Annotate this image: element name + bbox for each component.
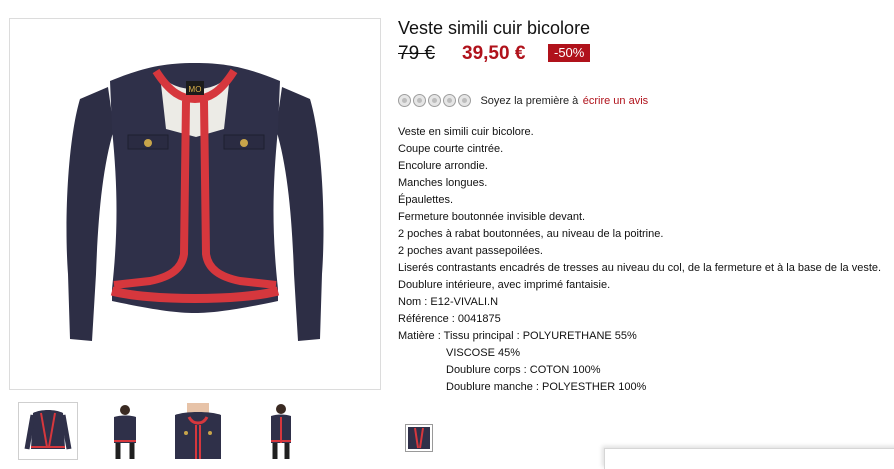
discount-badge: -50%: [548, 44, 591, 62]
write-review-link[interactable]: écrire un avis: [583, 95, 648, 107]
model-back-thumbnail-icon: [114, 405, 136, 459]
description-line: Veste en simili cuir bicolore.: [398, 126, 534, 138]
product-main-image[interactable]: MO: [9, 18, 381, 390]
empty-star-icon: [413, 94, 426, 108]
product-title: Veste simili cuir bicolore: [398, 18, 591, 38]
material-line: VISCOSE 45%: [446, 347, 520, 359]
description-line: 2 poches à rabat boutonnées, au niveau d…: [398, 228, 664, 240]
color-swatch[interactable]: [405, 424, 433, 452]
empty-star-icon: [428, 94, 441, 108]
description-line: Manches longues.: [398, 177, 488, 189]
brand-logo-text: MO: [189, 85, 202, 94]
old-price: 79 €: [398, 43, 435, 64]
material-line: Doublure corps : COTON 100%: [446, 364, 601, 376]
rating-prompt: Soyez la première à: [480, 94, 579, 107]
bottom-panel: [604, 448, 894, 469]
sale-price: 39,50 €: [462, 43, 526, 64]
material-line: Matière : Tissu principal : POLYURETHANE…: [398, 330, 637, 342]
model-side-thumbnail-icon: [271, 404, 291, 459]
swatch-jacket-icon: [408, 427, 430, 449]
description-line: Encolure arrondie.: [398, 160, 488, 172]
product-description: Veste en simili cuir bicolore. Coupe cou…: [398, 124, 890, 396]
jacket-thumbnail-icon: [24, 410, 72, 450]
material-line: Doublure manche : POLYESTHER 100%: [446, 381, 647, 393]
jacket-image: MO: [66, 63, 324, 341]
product-reference-line: Référence : 0041875: [398, 313, 501, 325]
empty-star-icon: [443, 94, 456, 108]
model-front-thumbnail-icon: [175, 403, 221, 459]
empty-star-icon: [398, 94, 411, 108]
thumbnail-2[interactable]: [168, 402, 228, 460]
thumbnail-3[interactable]: [250, 402, 310, 460]
thumbnail-0[interactable]: [18, 402, 78, 460]
thumbnail-strip: [18, 402, 310, 460]
description-line: Fermeture boutonnée invisible devant.: [398, 211, 586, 223]
product-name-line: Nom : E12-VIVALI.N: [398, 296, 499, 308]
description-line: Liserés contrastants encadrés de tresses…: [398, 262, 882, 274]
description-line: 2 poches avant passepoilées.: [398, 245, 543, 257]
thumbnail-1[interactable]: [95, 402, 155, 460]
description-line: Coupe courte cintrée.: [398, 143, 504, 155]
rating-stars: [398, 92, 477, 109]
description-line: Épaulettes.: [398, 194, 454, 206]
description-line: Doublure intérieure, avec imprimé fantai…: [398, 279, 611, 291]
rating-row: Soyez la première à écrire un avis: [398, 92, 648, 108]
empty-star-icon: [458, 94, 471, 108]
